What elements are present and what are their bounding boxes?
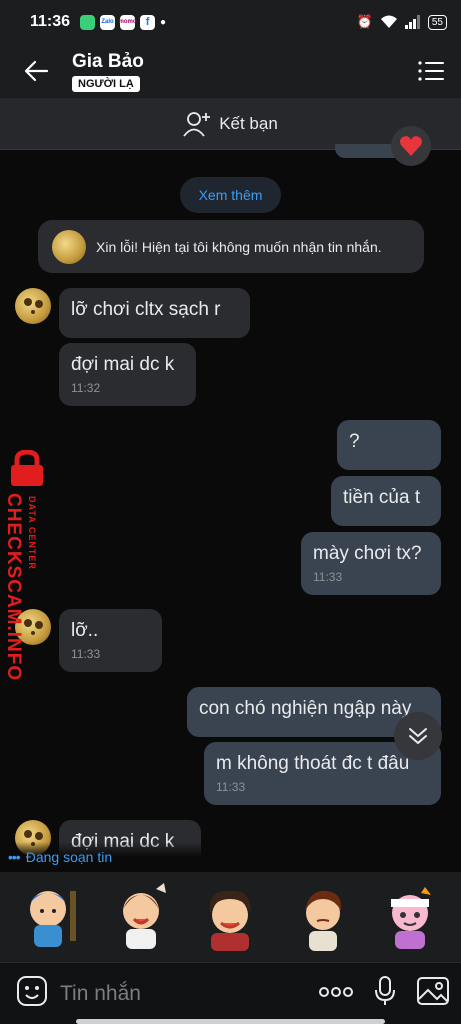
incoming-message[interactable]: lỡ.. 11:33 [59, 609, 162, 672]
message-time: 11:33 [313, 570, 343, 584]
more-dots-icon [319, 986, 353, 997]
sticker-image [391, 887, 432, 949]
more-button[interactable] [319, 985, 353, 1003]
sticker-image [210, 890, 251, 951]
alarm-icon: ⏰ [356, 14, 373, 29]
system-message: Xin lỗi! Hiện tại tôi không muốn nhận ti… [38, 220, 424, 273]
message-text: m không thoát đc t đâu [216, 753, 410, 774]
message-text: đợi mai dc k [71, 354, 175, 375]
sticker-suggestions [0, 872, 461, 962]
typing-indicator: ••• Đang soạn tin [0, 842, 461, 872]
sender-avatar[interactable] [15, 288, 51, 324]
sticker-image [29, 891, 76, 947]
sticker-image [305, 890, 342, 951]
momo-app-icon: momo [119, 14, 137, 30]
contact-name: Gia Bảo [72, 50, 144, 72]
navigation-handle[interactable] [76, 1019, 385, 1024]
incoming-message[interactable]: đợi mai dc k 11:32 [59, 343, 196, 406]
see-more-button[interactable]: Xem thêm [180, 177, 281, 213]
status-time: 11:36 [30, 13, 71, 30]
more-notifications-dot-icon: ● [160, 16, 167, 28]
back-button[interactable] [0, 44, 72, 98]
message-time: 11:33 [216, 780, 246, 794]
message-input[interactable]: Tin nhắn [60, 982, 319, 1006]
message-text: tiền của t [343, 487, 421, 508]
heart-reaction-button[interactable] [391, 126, 431, 166]
message-text: lỡ chơi cltx sạch r [71, 299, 221, 320]
add-friend-label: Kết bạn [219, 113, 278, 133]
outgoing-message[interactable]: mày chơi tx? 11:33 [301, 532, 441, 595]
status-bar: 11:36 Zalo momo f ● ⏰ 55 [0, 0, 461, 44]
double-chevron-down-icon [409, 728, 427, 744]
scroll-to-bottom-button[interactable] [394, 712, 442, 760]
sticker-item[interactable] [287, 881, 353, 953]
facebook-app-icon: f [140, 14, 156, 30]
sender-avatar-small [52, 229, 86, 264]
watermark-sub-text: DATA CENTER [27, 496, 37, 570]
voice-button[interactable] [375, 976, 395, 1011]
chat-header: Gia Bảo NGƯỜI LẠ [0, 44, 461, 98]
typing-text: Đang soạn tin [25, 849, 113, 865]
message-composer: Tin nhắn [0, 962, 461, 1024]
watermark-main-text: CHECKSCAM.INFO [3, 493, 24, 682]
status-indicators: ⏰ 55 [357, 14, 447, 30]
typing-dots-icon: ••• [8, 849, 21, 865]
sticker-item[interactable] [197, 881, 263, 953]
image-button[interactable] [417, 977, 449, 1010]
composer-actions [319, 976, 449, 1011]
contact-info[interactable]: Gia Bảo NGƯỜI LẠ [72, 51, 144, 92]
outgoing-message[interactable]: tiền của t [331, 476, 441, 526]
system-message-text: Xin lỗi! Hiện tại tôi không muốn nhận ti… [96, 238, 382, 255]
sticker-item[interactable] [18, 881, 84, 953]
options-menu-button[interactable] [401, 44, 461, 98]
sticker-item[interactable] [108, 881, 174, 953]
message-time: 11:32 [71, 381, 101, 395]
message-text: mày chơi tx? [313, 543, 422, 564]
message-text: ? [349, 431, 360, 452]
sticker-face-icon [17, 976, 47, 1006]
signal-icon [404, 15, 420, 29]
outgoing-message[interactable]: ? [337, 420, 441, 470]
list-icon [418, 61, 444, 81]
zalo-app-icon: Zalo [100, 14, 116, 30]
status-app-icons: Zalo momo f ● [80, 14, 167, 30]
sticker-button[interactable] [16, 975, 48, 1012]
message-time: 11:33 [71, 647, 101, 661]
watermark: CHECKSCAM.INFO DATA CENTER [2, 450, 52, 682]
stranger-badge: NGƯỜI LẠ [72, 75, 140, 92]
add-person-icon [183, 111, 211, 137]
arrow-left-icon [24, 60, 49, 82]
wifi-icon [380, 15, 397, 28]
message-text: con chó nghiện ngập này [199, 698, 412, 719]
battery-level: 55 [427, 14, 447, 30]
incoming-message[interactable]: lỡ chơi cltx sạch r [59, 288, 250, 338]
microphone-icon [375, 976, 395, 1005]
messages-app-icon [80, 14, 96, 30]
sticker-image [122, 883, 166, 949]
sticker-item[interactable] [377, 881, 443, 953]
image-icon [417, 977, 449, 1005]
heart-icon [400, 136, 422, 156]
message-text: lỡ.. [71, 620, 99, 641]
lock-icon [11, 450, 43, 486]
